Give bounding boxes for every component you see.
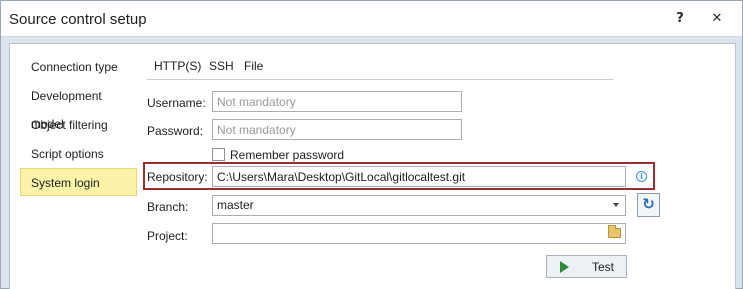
password-field[interactable] <box>212 119 462 140</box>
source-control-setup-dialog: Source control setup ? ✕ Connection type… <box>0 0 743 289</box>
refresh-branches-button[interactable]: ↻ <box>637 193 660 217</box>
dialog-content: Connection type Development model Object… <box>9 43 736 289</box>
tab-strip-divider <box>147 79 614 80</box>
project-label: Project: <box>147 229 188 243</box>
password-label: Password: <box>147 124 204 138</box>
folder-icon[interactable] <box>608 225 621 238</box>
sidebar-item-script-options[interactable]: Script options <box>20 140 137 168</box>
help-button[interactable]: ? <box>669 9 691 29</box>
branch-select[interactable]: master <box>212 195 626 216</box>
info-icon[interactable]: i <box>636 171 647 182</box>
sidebar-item-system-login[interactable]: System login <box>20 168 137 196</box>
sidebar-item-connection-type[interactable]: Connection type <box>20 53 137 81</box>
play-icon <box>560 261 569 273</box>
sidebar-item-development-model[interactable]: Development model <box>20 82 137 131</box>
tab-https[interactable]: HTTP(S) <box>154 59 201 73</box>
remember-password-label[interactable]: Remember password <box>230 148 344 162</box>
repository-field[interactable] <box>212 166 626 187</box>
tab-file[interactable]: File <box>244 59 263 73</box>
tab-ssh[interactable]: SSH <box>209 59 234 73</box>
project-field[interactable] <box>212 223 626 244</box>
chevron-down-icon <box>613 203 619 207</box>
repository-label: Repository: <box>147 170 208 184</box>
close-button[interactable]: ✕ <box>706 9 728 29</box>
sidebar-item-object-filtering[interactable]: Object filtering <box>20 111 137 139</box>
title-bar: Source control setup ? ✕ <box>1 1 742 37</box>
branch-selected-value: master <box>217 198 254 212</box>
remember-password-checkbox[interactable] <box>212 148 225 161</box>
username-field[interactable] <box>212 91 462 112</box>
dialog-title: Source control setup <box>9 11 147 28</box>
username-label: Username: <box>147 96 206 110</box>
test-button[interactable]: Test <box>546 255 627 278</box>
test-button-label: Test <box>592 260 615 274</box>
branch-label: Branch: <box>147 200 189 214</box>
